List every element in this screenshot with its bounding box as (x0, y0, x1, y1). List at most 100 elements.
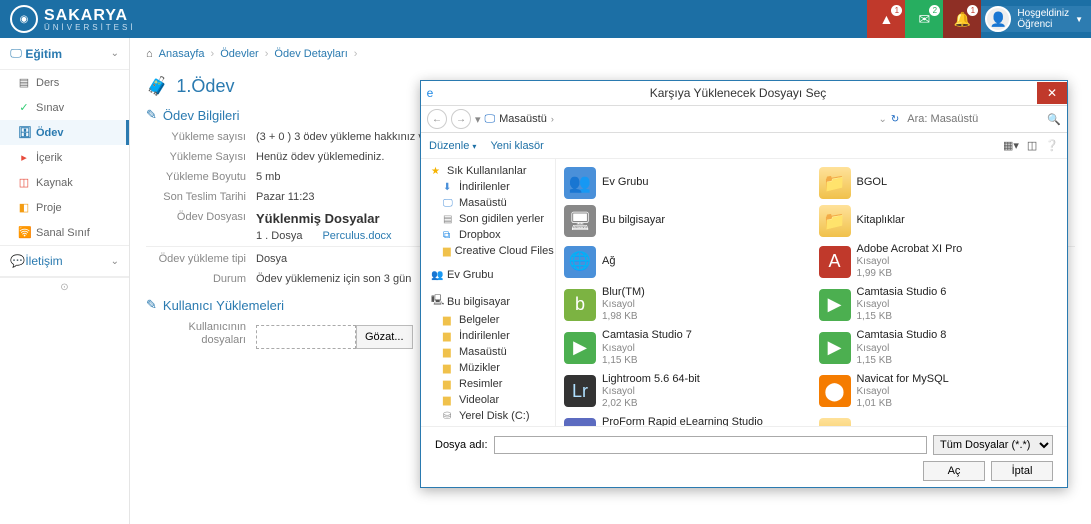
group-icon: 👥 (431, 270, 443, 281)
val-status: Ödev yüklemeniz için son 3 gün (256, 273, 411, 285)
tree-item[interactable]: ▆Müzikler (421, 360, 555, 376)
uploaded-file-link[interactable]: Perculus.docx (322, 230, 391, 242)
browse-button[interactable]: Gözat... (356, 325, 413, 349)
help-icon[interactable]: ❔ (1045, 139, 1059, 152)
file-meta: 1,98 KB (602, 311, 645, 323)
file-item[interactable]: 📁 BGOL (817, 165, 1062, 201)
download-icon: ⬇ (443, 182, 455, 193)
nav-item-ders[interactable]: ▤Ders (0, 70, 129, 95)
tree-item[interactable]: ▆Masaüstü (421, 344, 555, 360)
project-icon: ◧ (18, 201, 30, 214)
tree-item[interactable]: ⬇İndirilenler (421, 179, 555, 195)
nav-item-icerik[interactable]: ▸İçerik (0, 145, 129, 170)
chevron-down-icon: ▼ (1075, 15, 1083, 24)
file-item[interactable]: ▶ Camtasia Studio 6 Kısayol1,15 KB (817, 284, 1062, 325)
file-item[interactable]: 📁 @ TEMP @ (817, 414, 1062, 426)
file-path-input[interactable] (256, 325, 356, 349)
nav-group-education[interactable]: 🖵 Eğitim ⌄ (0, 38, 129, 70)
tree-item[interactable]: ▆Belgeler (421, 312, 555, 328)
filter-select[interactable]: Tüm Dosyalar (*.*) (933, 435, 1053, 455)
refresh-icon[interactable]: ↻ (891, 114, 899, 125)
book-icon: ▤ (18, 76, 30, 89)
briefcase-icon: 🧳 (146, 76, 168, 97)
file-item[interactable]: 👥 Ev Grubu (562, 165, 807, 201)
nav-collapse-toggle[interactable]: ⊙ (0, 277, 129, 297)
dialog-title: Karşıya Yüklenecek Dosyayı Seç (439, 86, 1037, 100)
search-input[interactable] (903, 111, 1043, 127)
address-text: Masaüstü (499, 113, 547, 125)
file-item[interactable]: A Adobe Acrobat XI Pro Kısayol1,99 KB (817, 241, 1062, 282)
search-icon[interactable]: 🔍 (1047, 113, 1061, 126)
file-meta: 2,02 KB (602, 398, 700, 410)
nav-group-comm[interactable]: 💬 İletişim ⌄ (0, 245, 129, 277)
tree-thispc[interactable]: 🖳Bu bilgisayar (421, 291, 555, 312)
tree-item[interactable]: ⛁Yerel Disk (C:) (421, 408, 555, 424)
tree-item[interactable]: ▤Son gidilen yerler (421, 211, 555, 227)
uploaded-index: 1 . Dosya (256, 230, 302, 242)
file-item[interactable]: b Blur(TM) Kısayol1,98 KB (562, 284, 807, 325)
file-item[interactable]: Lr Lightroom 5.6 64-bit Kısayol2,02 KB (562, 371, 807, 412)
chevron-down-icon: ⌄ (111, 256, 119, 267)
home-icon[interactable]: ⌂ (146, 48, 153, 60)
file-item[interactable]: ▶ Camtasia Studio 8 Kısayol1,15 KB (817, 327, 1062, 368)
recent-icon: ▤ (443, 214, 455, 225)
file-type-icon: ✦ (564, 418, 596, 426)
file-meta: Kısayol (602, 343, 692, 355)
breadcrumb: ⌂ Anasayfa› Ödevler› Ödev Detayları› (130, 38, 1091, 70)
nav-item-odev[interactable]: 🗄Ödev (0, 120, 129, 145)
disk-icon: ⛁ (443, 411, 455, 422)
mail-button[interactable]: ✉ 2 (905, 0, 943, 38)
file-meta: Kısayol (857, 256, 963, 268)
close-button[interactable]: ✕ (1037, 82, 1067, 104)
signal-icon: 🛜 (18, 226, 30, 239)
tree-item[interactable]: ▆Creative Cloud Files (421, 243, 555, 259)
crumb-1[interactable]: Ödevler (220, 48, 259, 60)
crumb-2[interactable]: Ödev Detayları (274, 48, 347, 60)
address-bar[interactable]: 🖵 Masaüstü › (485, 113, 875, 126)
logo[interactable]: ◉ SAKARYA ÜNİVERSİTESİ (0, 5, 146, 33)
nav-item-sinav[interactable]: ✓Sınav (0, 95, 129, 120)
file-item[interactable]: ⬤ Navicat for MySQL Kısayol1,01 KB (817, 371, 1062, 412)
preview-icon[interactable]: ◫ (1027, 139, 1037, 152)
cancel-button[interactable]: İptal (991, 461, 1053, 481)
tree-item[interactable]: ⧉Dropbox (421, 227, 555, 243)
file-type-icon: 📁 (819, 205, 851, 237)
file-type-icon: Lr (564, 375, 596, 407)
file-name: Adobe Acrobat XI Pro (857, 243, 963, 256)
folder-icon: ▆ (443, 347, 455, 358)
notification-button[interactable]: 🔔 1 (943, 0, 981, 38)
organize-menu[interactable]: Düzenle ▾ (429, 140, 476, 152)
crumb-home[interactable]: Anasayfa (159, 48, 205, 60)
file-name: Lightroom 5.6 64-bit (602, 373, 700, 386)
tree-item[interactable]: ▆İndirilenler (421, 328, 555, 344)
up-icon[interactable]: ▾ (475, 113, 481, 126)
open-button[interactable]: Aç (923, 461, 985, 481)
tree-favorites[interactable]: ★Sık Kullanılanlar (421, 163, 555, 179)
forward-button[interactable]: → (451, 109, 471, 129)
file-name: Ağ (602, 255, 615, 268)
alert-button[interactable]: ▲ 1 (867, 0, 905, 38)
view-icon[interactable]: ▦▾ (1003, 139, 1019, 152)
tree-homegroup[interactable]: 👥Ev Grubu (421, 267, 555, 283)
tree-item[interactable]: ▆Resimler (421, 376, 555, 392)
tree-item[interactable]: ▆Videolar (421, 392, 555, 408)
tree-item[interactable]: 🖵Masaüstü (421, 195, 555, 211)
nav-item-sanal[interactable]: 🛜Sanal Sınıf (0, 220, 129, 245)
file-item[interactable]: 📁 Kitaplıklar (817, 203, 1062, 239)
nav-item-proje[interactable]: ◧Proje (0, 195, 129, 220)
filename-label: Dosya adı: (435, 439, 488, 451)
file-item[interactable]: 🌐 Ağ (562, 241, 807, 282)
file-name: Camtasia Studio 8 (857, 329, 947, 342)
user-menu[interactable]: 👤 Hoşgeldiniz Öğrenci ▼ (981, 6, 1091, 32)
file-item[interactable]: 🖥 Bu bilgisayar (562, 203, 807, 239)
file-item[interactable]: ▶ Camtasia Studio 7 Kısayol1,15 KB (562, 327, 807, 368)
filename-input[interactable] (494, 436, 927, 454)
val-upload-count2: Henüz ödev yüklemediniz. (256, 151, 384, 163)
new-folder-button[interactable]: Yeni klasör (490, 140, 543, 152)
back-button[interactable]: ← (427, 109, 447, 129)
folder-icon: ▆ (443, 246, 451, 257)
nav-item-kaynak[interactable]: ◫Kaynak (0, 170, 129, 195)
file-item[interactable]: ✦ ProForm Rapid eLearning Studio Kısayol… (562, 414, 807, 426)
file-type-icon: 👥 (564, 167, 596, 199)
file-type-icon: A (819, 246, 851, 278)
